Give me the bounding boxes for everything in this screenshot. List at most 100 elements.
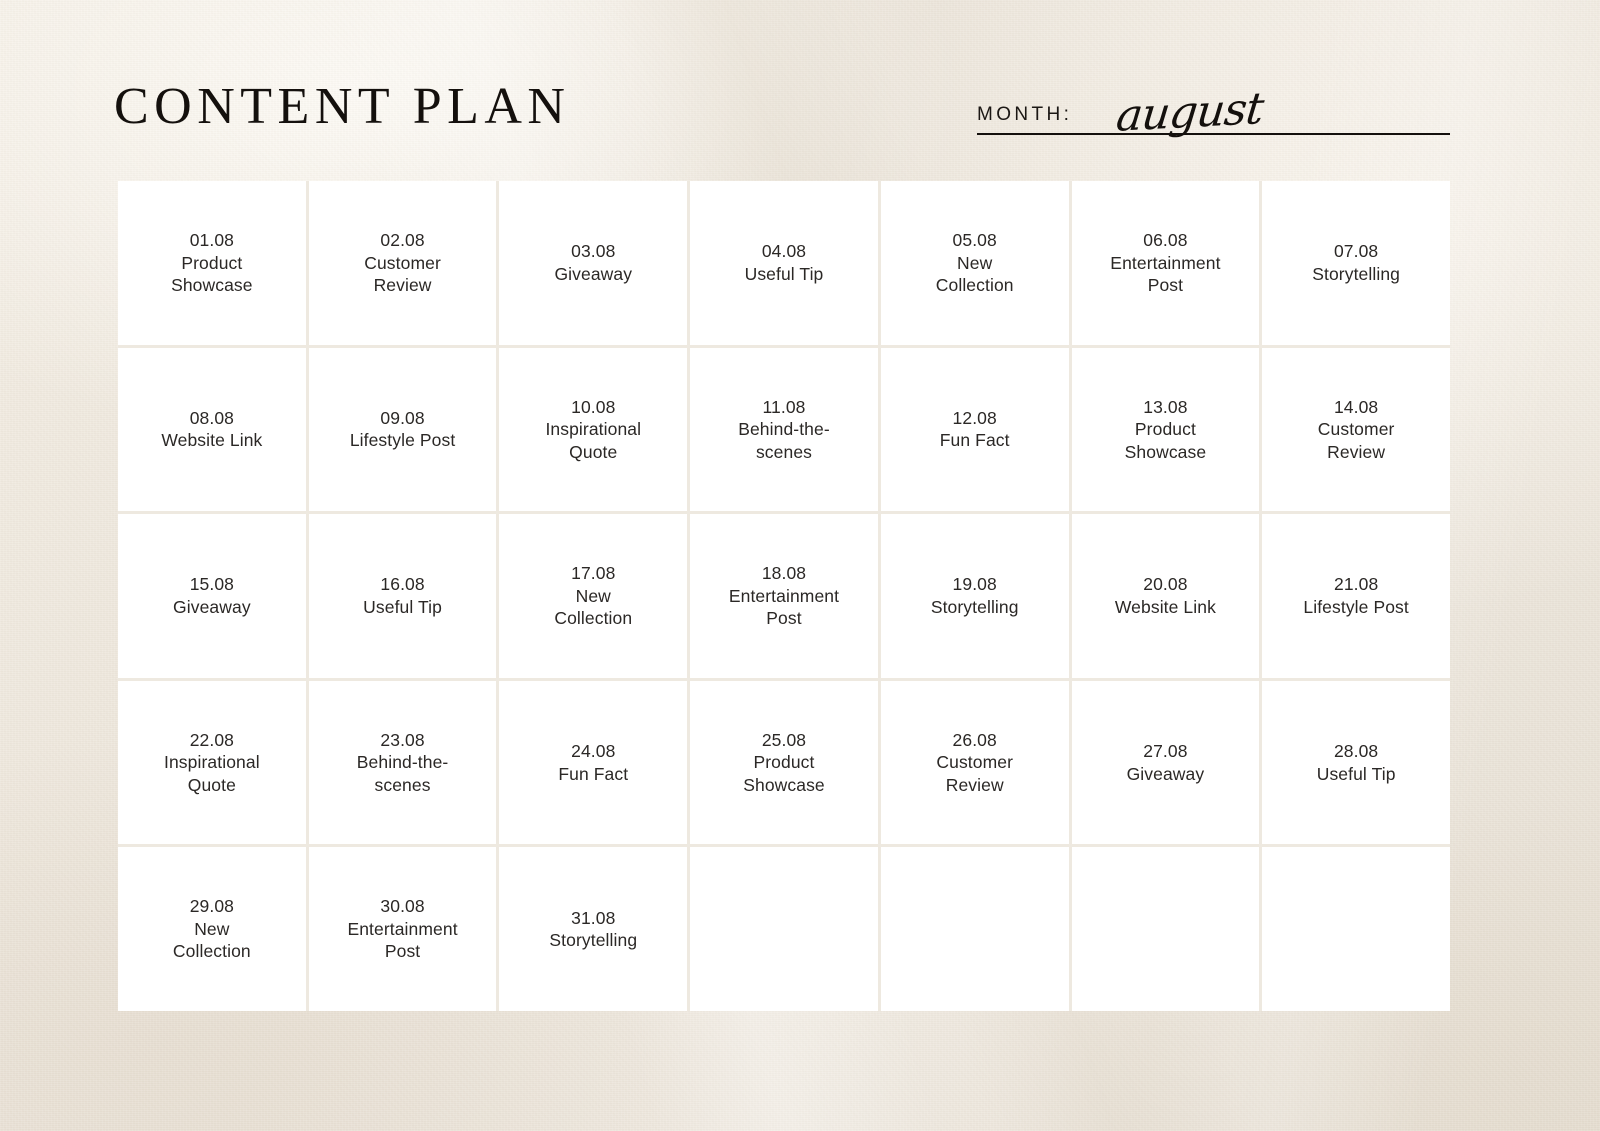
calendar-grid: 01.08 Product Showcase 02.08 Customer Review 0… bbox=[118, 181, 1450, 1011]
calendar-cell-empty[interactable] bbox=[1071, 847, 1260, 1011]
calendar-cell[interactable]: 07.08 Storytelling bbox=[1262, 181, 1450, 345]
calendar-cell-topic: Post bbox=[1147, 275, 1184, 296]
calendar-cell-date: 17.08 bbox=[571, 563, 616, 584]
calendar-cell-empty[interactable] bbox=[690, 847, 878, 1011]
calendar-cell-date: 05.08 bbox=[952, 230, 997, 251]
month-field[interactable]: MONTH: august bbox=[977, 83, 1450, 151]
calendar-cell-content: 20.08 Website Link bbox=[1115, 573, 1216, 618]
calendar-cell-topic: Collection bbox=[935, 275, 1014, 296]
calendar-cell[interactable]: 03.08 Giveaway bbox=[499, 181, 688, 345]
calendar-cell-topic: New bbox=[957, 252, 993, 273]
calendar-cell[interactable]: 04.08 Useful Tip bbox=[690, 181, 878, 345]
month-label: MONTH: bbox=[977, 104, 1073, 125]
calendar-cell-topic: Fun Fact bbox=[558, 763, 629, 784]
calendar-cell-content: 22.08 Inspirational Quote bbox=[164, 729, 260, 797]
calendar-cell-date: 01.08 bbox=[189, 230, 234, 251]
calendar-cell[interactable]: 25.08 Product Showcase bbox=[690, 680, 878, 845]
calendar-cell[interactable]: 06.08 Entertainment Post bbox=[1071, 181, 1260, 345]
calendar-cell[interactable]: 02.08 Customer Review bbox=[308, 181, 497, 345]
calendar-cell-content: 14.08 Customer Review bbox=[1318, 396, 1395, 464]
calendar-cell-content: 17.08 New Collection bbox=[554, 562, 632, 630]
calendar-cell-date: 11.08 bbox=[762, 396, 806, 417]
calendar-cell-date: 29.08 bbox=[189, 896, 234, 917]
calendar-cell-date: 04.08 bbox=[761, 241, 807, 262]
calendar-cell-topic: Storytelling bbox=[930, 596, 1019, 617]
calendar-cell-topic: New bbox=[575, 585, 611, 606]
calendar-cell-content: 06.08 Entertainment Post bbox=[1110, 229, 1220, 297]
calendar-cell-content: 18.08 Entertainment Post bbox=[729, 562, 839, 630]
calendar-cell[interactable]: 29.08 New Collection bbox=[118, 847, 306, 1011]
calendar-cell[interactable]: 05.08 New Collection bbox=[880, 181, 1069, 345]
page-title: CONTENT PLAN bbox=[114, 78, 571, 135]
calendar-cell-topic: scenes bbox=[374, 774, 431, 795]
month-value[interactable]: august bbox=[1113, 80, 1266, 146]
calendar-cell-topic: Giveaway bbox=[173, 596, 251, 617]
calendar-cell[interactable]: 20.08 Website Link bbox=[1071, 514, 1260, 678]
calendar-cell[interactable]: 24.08 Fun Fact bbox=[499, 680, 688, 845]
calendar-cell-date: 24.08 bbox=[571, 741, 616, 762]
calendar-cell-date: 02.08 bbox=[380, 230, 425, 251]
calendar-cell-content: 10.08 Inspirational Quote bbox=[545, 396, 641, 464]
calendar-cell-topic: Customer bbox=[1317, 419, 1395, 440]
calendar-cell-date: 06.08 bbox=[1143, 230, 1188, 251]
calendar-cell[interactable]: 23.08 Behind-the-scenes bbox=[308, 680, 497, 845]
calendar-cell[interactable]: 30.08 Entertainment Post bbox=[308, 847, 497, 1011]
calendar-cell-topic: New bbox=[194, 918, 230, 939]
calendar-cell[interactable]: 21.08 Lifestyle Post bbox=[1262, 514, 1450, 678]
calendar-cell[interactable]: 17.08 New Collection bbox=[499, 514, 688, 678]
calendar-cell-topic: Review bbox=[373, 275, 432, 296]
calendar-cell[interactable]: 19.08 Storytelling bbox=[880, 514, 1069, 678]
calendar-cell-content: 01.08 Product Showcase bbox=[171, 229, 253, 297]
calendar-cell[interactable]: 26.08 Customer Review bbox=[880, 680, 1069, 845]
page-header: CONTENT PLAN MONTH: august bbox=[0, 0, 1600, 181]
calendar-cell-topic: Quote bbox=[187, 774, 236, 795]
calendar-cell-topic: Fun Fact bbox=[939, 430, 1010, 451]
calendar-cell-topic: Useful Tip bbox=[744, 263, 824, 284]
calendar-cell-topic: Collection bbox=[172, 941, 251, 962]
calendar-cell-content: 09.08 Lifestyle Post bbox=[350, 407, 455, 452]
calendar-cell[interactable]: 08.08 Website Link bbox=[118, 347, 306, 512]
calendar-cell[interactable]: 27.08 Giveaway bbox=[1071, 680, 1260, 845]
calendar-cell-empty[interactable] bbox=[1262, 847, 1450, 1011]
calendar-cell-topic: Behind-the- bbox=[738, 419, 830, 440]
calendar-cell[interactable]: 16.08 Useful Tip bbox=[308, 514, 497, 678]
calendar-cell-topic: Customer bbox=[364, 252, 441, 273]
calendar-cell-date: 03.08 bbox=[571, 241, 616, 262]
calendar-cell[interactable]: 31.08 Storytelling bbox=[499, 847, 688, 1011]
calendar-cell-topic: Quote bbox=[569, 441, 618, 462]
calendar-cell-topic: scenes bbox=[755, 441, 813, 462]
calendar-cell[interactable]: 22.08 Inspirational Quote bbox=[118, 680, 306, 845]
calendar-cell-content: 16.08 Useful Tip bbox=[363, 573, 442, 618]
calendar-cell-date: 14.08 bbox=[1333, 396, 1379, 417]
calendar-cell-topic: Storytelling bbox=[1312, 263, 1401, 284]
calendar-cell-date: 20.08 bbox=[1143, 574, 1188, 595]
calendar-cell-topic: Product bbox=[1134, 419, 1196, 440]
calendar-cell-content: 27.08 Giveaway bbox=[1127, 740, 1205, 785]
calendar-cell-topic: Giveaway bbox=[1126, 763, 1205, 784]
calendar-cell-date: 22.08 bbox=[189, 729, 234, 750]
calendar-cell-date: 23.08 bbox=[380, 729, 425, 750]
calendar-cell[interactable]: 09.08 Lifestyle Post bbox=[308, 347, 497, 512]
calendar-cell[interactable]: 01.08 Product Showcase bbox=[118, 181, 306, 345]
calendar-cell-topic: Inspirational bbox=[545, 419, 642, 440]
calendar-cell[interactable]: 15.08 Giveaway bbox=[118, 514, 306, 678]
calendar-cell-content: 12.08 Fun Fact bbox=[940, 407, 1010, 452]
calendar-cell-topic: Entertainment bbox=[347, 918, 458, 939]
calendar-cell-topic: Useful Tip bbox=[363, 596, 442, 617]
calendar-cell[interactable]: 28.08 Useful Tip bbox=[1262, 680, 1450, 845]
calendar-cell[interactable]: 14.08 Customer Review bbox=[1262, 347, 1450, 512]
calendar-cell-topic: Product bbox=[181, 252, 243, 273]
calendar-cell-date: 09.08 bbox=[380, 407, 425, 428]
calendar-cell[interactable]: 10.08 Inspirational Quote bbox=[499, 347, 688, 512]
calendar-cell-topic: Showcase bbox=[171, 275, 253, 296]
calendar-cell-content: 31.08 Storytelling bbox=[549, 907, 637, 952]
calendar-cell-date: 19.08 bbox=[952, 574, 997, 595]
calendar-cell[interactable]: 11.08 Behind-the-scenes bbox=[690, 347, 878, 512]
calendar-cell-content: 19.08 Storytelling bbox=[931, 573, 1019, 618]
calendar-cell-empty[interactable] bbox=[880, 847, 1069, 1011]
calendar-cell-topic: Storytelling bbox=[549, 930, 638, 951]
calendar-cell[interactable]: 18.08 Entertainment Post bbox=[690, 514, 878, 678]
calendar-cell[interactable]: 13.08 Product Showcase bbox=[1071, 347, 1260, 512]
month-underline bbox=[977, 133, 1450, 135]
calendar-cell[interactable]: 12.08 Fun Fact bbox=[880, 347, 1069, 512]
